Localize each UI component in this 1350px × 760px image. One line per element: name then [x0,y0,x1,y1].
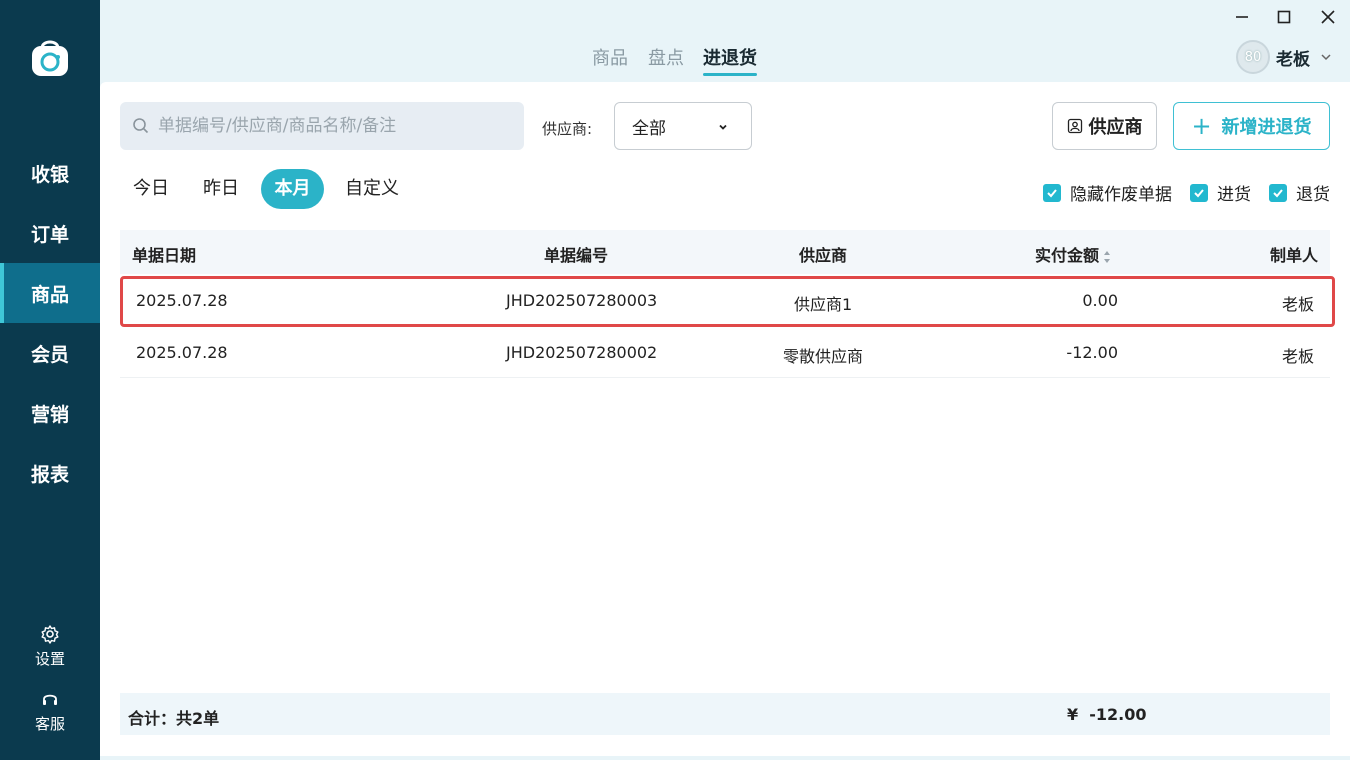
purchase-checkbox[interactable]: 进货 [1190,180,1251,205]
row-date: 2025.07.28 [136,291,228,310]
date-tab-this-month[interactable]: 本月 [261,169,324,209]
row-date: 2025.07.28 [136,343,228,362]
supplier-select[interactable]: 全部 [614,102,752,150]
app-logo-icon [29,36,71,78]
table-row[interactable]: 2025.07.28 JHD202507280003 供应商1 0.00 老板 [120,274,1330,326]
close-icon [1321,10,1335,24]
sidebar-item-reports[interactable]: 报表 [0,443,100,503]
tab-stocktake[interactable]: 盘点 [648,44,684,70]
table-row[interactable]: 2025.07.28 JHD202507280002 零散供应商 -12.00 … [120,326,1330,378]
checkbox-checked-icon [1190,183,1208,202]
row-number: JHD202507280003 [506,291,658,310]
service-button[interactable]: 客服 [0,689,100,734]
date-tab-today[interactable]: 今日 [120,169,182,209]
row-supplier: 零散供应商 [783,347,864,366]
col-amount-label: 实付金额 [1035,246,1100,265]
sidebar-item-orders[interactable]: 订单 [0,203,100,263]
chevron-down-icon [719,124,727,130]
close-button[interactable] [1316,6,1340,28]
service-label: 客服 [34,715,65,733]
minimize-icon [1236,16,1248,18]
add-button-label: 新增进退货 [1221,117,1312,138]
table-header: 单据日期 单据编号 供应商 实付金额 制单人 [120,230,1330,274]
maximize-button[interactable] [1272,6,1296,28]
col-number[interactable]: 单据编号 [544,242,608,266]
purchase-label: 进货 [1217,185,1251,205]
row-amount: 0.00 [1082,291,1118,310]
search-icon [133,118,149,134]
sidebar-item-members[interactable]: 会员 [0,323,100,383]
return-checkbox[interactable]: 退货 [1269,180,1330,205]
contact-icon [1067,118,1082,134]
date-tab-yesterday[interactable]: 昨日 [190,169,252,209]
headset-icon [43,694,57,705]
summary-bar: 合计：共2单 ¥ -12.00 [120,693,1330,735]
return-label: 退货 [1296,185,1330,205]
sort-icon[interactable] [1103,250,1111,264]
add-purchase-return-button[interactable]: + 新增进退货 [1173,102,1330,150]
minimize-button[interactable] [1230,6,1254,28]
settings-label: 设置 [34,650,65,668]
gear-icon [41,625,59,644]
settings-button[interactable]: 设置 [0,624,100,669]
checkbox-checked-icon [1043,183,1061,202]
col-maker[interactable]: 制单人 [1270,242,1318,266]
checkbox-checked-icon [1269,183,1287,202]
user-menu[interactable]: 80 老板 [1236,40,1332,74]
search-input[interactable] [158,116,508,136]
tab-products[interactable]: 商品 [592,44,628,70]
search-box[interactable] [120,102,524,150]
row-supplier: 供应商1 [794,295,853,314]
chevron-down-icon [1321,54,1331,61]
sidebar-item-marketing[interactable]: 营销 [0,383,100,443]
row-number: JHD202507280002 [506,343,658,362]
main-panel: 供应商: 全部 供应商 + 新增进退货 今日 昨日 本月 自定义 隐藏作废单据 … [100,82,1350,756]
supplier-button[interactable]: 供应商 [1052,102,1157,150]
user-name: 老板 [1276,49,1310,70]
maximize-icon [1277,10,1291,24]
supplier-button-label: 供应商 [1088,117,1143,138]
summary-total: ¥ -12.00 [1067,705,1147,724]
plus-icon: + [1191,112,1212,140]
date-tab-custom[interactable]: 自定义 [336,169,408,209]
tab-purchase-return[interactable]: 进退货 [703,44,757,76]
sidebar: 收银 订单 商品 会员 营销 报表 设置 客服 [0,0,100,760]
sidebar-item-cashier[interactable]: 收银 [0,143,100,203]
supplier-filter-label: 供应商: [542,120,593,138]
row-amount: -12.00 [1066,343,1118,362]
avatar: 80 [1236,40,1270,74]
sidebar-item-products[interactable]: 商品 [0,263,100,323]
hide-void-label: 隐藏作废单据 [1070,185,1172,205]
summary-count: 合计：共2单 [128,709,220,728]
hide-void-checkbox[interactable]: 隐藏作废单据 [1043,180,1172,205]
col-supplier[interactable]: 供应商 [799,242,847,266]
supplier-select-value: 全部 [632,118,666,139]
col-date[interactable]: 单据日期 [132,242,196,266]
row-maker: 老板 [1281,347,1314,366]
row-maker: 老板 [1281,295,1314,314]
col-amount[interactable]: 实付金额 [1035,242,1111,266]
